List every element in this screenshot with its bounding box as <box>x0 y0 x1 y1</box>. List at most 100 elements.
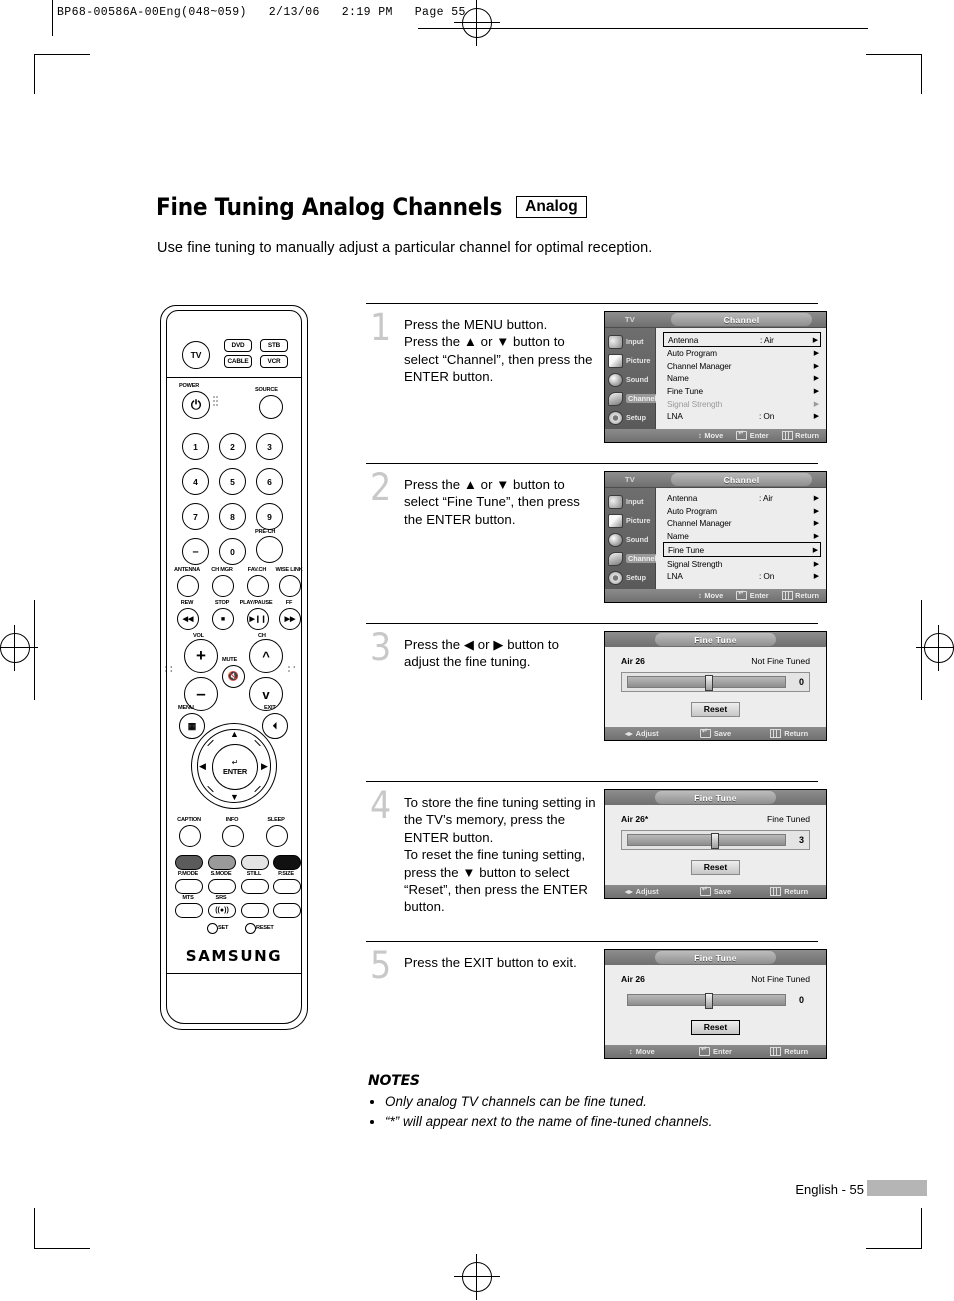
osd-2-sidebar-item-channel[interactable]: Channel <box>605 549 659 568</box>
remote-key-dash[interactable]: – <box>182 538 209 565</box>
ft-1-slider[interactable]: 0 <box>621 672 810 692</box>
osd-1-sidebar-item-setup[interactable]: Setup <box>605 408 655 427</box>
ft-1-reset-button[interactable]: Reset <box>690 702 741 717</box>
osd-2-sidebar-item-setup[interactable]: Setup <box>605 568 655 587</box>
osd-1-row-fine-tune[interactable]: Fine Tune ▶ <box>663 385 821 398</box>
osd-1-row-antenna[interactable]: Antenna : Air ▶ <box>663 332 821 347</box>
navpad-left-icon[interactable]: ◀ <box>199 762 206 771</box>
remote-rew-button[interactable]: ◀◀ <box>177 608 199 630</box>
remote-playpause-button[interactable]: ▶❙❙ <box>247 608 269 630</box>
remote-key-3[interactable]: 3 <box>256 433 283 460</box>
remote-key-2[interactable]: 2 <box>219 433 246 460</box>
remote-key-5[interactable]: 5 <box>219 468 246 495</box>
ft-2-slider-track[interactable] <box>627 833 786 849</box>
remote-sleep-button[interactable] <box>266 825 288 847</box>
ft-3-body: Air 26 Not Fine Tuned 0 Reset <box>605 965 826 1045</box>
remote-srs-button[interactable]: ((●)) <box>208 903 236 918</box>
remote-prech-button[interactable] <box>256 536 283 563</box>
osd-2-row-name-name: Name <box>667 531 689 542</box>
remote-reset-button[interactable] <box>245 923 256 934</box>
osd-2-row-lna[interactable]: LNA : On ▶ <box>663 570 821 583</box>
remote-antenna-button[interactable] <box>177 575 199 597</box>
osd-2-row-antenna[interactable]: Antenna : Air ▶ <box>663 492 821 505</box>
remote-smode-button[interactable] <box>208 879 236 894</box>
remote-ff-button[interactable]: ▶▶ <box>279 608 301 630</box>
remote-wiselink-button[interactable] <box>279 575 301 597</box>
ft-3-slider-thumb[interactable] <box>704 993 713 1009</box>
remote-color-button-blue[interactable] <box>273 855 301 870</box>
remote-extra-button-2[interactable] <box>273 903 301 918</box>
navpad-up-icon[interactable]: ▲ <box>230 730 239 739</box>
remote-cable-label: CABLE <box>227 358 249 365</box>
navpad-down-icon[interactable]: ▼ <box>230 793 239 802</box>
ft-2-reset-button[interactable]: Reset <box>690 860 741 875</box>
osd-1-sidebar-item-sound[interactable]: Sound <box>605 370 655 389</box>
osd-1-row-channel-manager[interactable]: Channel Manager ▶ <box>663 360 821 373</box>
remote-color-button-yellow[interactable] <box>241 855 269 870</box>
ft-1-slider-track[interactable] <box>627 675 786 691</box>
remote-tv-button[interactable]: TV <box>182 341 210 369</box>
remote-enter-button[interactable]: ↵ ENTER <box>212 744 258 790</box>
remote-key-6[interactable]: 6 <box>256 468 283 495</box>
crop-mark-right-top-v <box>921 54 922 94</box>
osd-2-row-lna-value: : On <box>759 571 775 582</box>
remote-still-button[interactable] <box>241 879 269 894</box>
osd-2-row-name[interactable]: Name ▶ <box>663 530 821 543</box>
remote-set-button[interactable] <box>207 923 218 934</box>
ft-2-slider[interactable]: 3 <box>621 830 810 850</box>
navpad-right-icon[interactable]: ▶ <box>261 762 268 771</box>
remote-pmode-button[interactable] <box>175 879 203 894</box>
osd-1-row-signal-strength[interactable]: Signal Strength ▶ <box>663 397 821 410</box>
ft-1-slider-thumb[interactable] <box>704 675 713 691</box>
ft-2-slider-thumb[interactable] <box>711 833 720 849</box>
remote-key-4[interactable]: 4 <box>182 468 209 495</box>
ft-3-slider-track[interactable] <box>627 993 786 1009</box>
ft-3-slider[interactable]: 0 <box>621 990 810 1010</box>
osd-2-row-signal-strength[interactable]: Signal Strength ▶ <box>663 557 821 570</box>
remote-info-button[interactable] <box>222 825 244 847</box>
chevron-right-icon: ▶ <box>812 546 818 554</box>
osd-1-tv-label: TV <box>624 315 636 324</box>
ft-2-footer-adjust: ◂▸ Adjust <box>625 886 659 896</box>
osd-2-sidebar-item-input[interactable]: Input <box>605 492 655 511</box>
remote-color-button-red[interactable] <box>175 855 203 870</box>
remote-color-button-green[interactable] <box>208 855 236 870</box>
remote-key-1[interactable]: 1 <box>182 433 209 460</box>
remote-stb-button[interactable]: STB <box>260 339 288 352</box>
ft-3-reset-button[interactable]: Reset <box>690 1020 741 1035</box>
remote-extra-button-1[interactable] <box>241 903 269 918</box>
remote-favch-button[interactable] <box>247 575 269 597</box>
remote-source-button[interactable] <box>259 395 283 419</box>
osd-1-sidebar-item-channel[interactable]: Channel <box>605 389 659 408</box>
remote-key-8[interactable]: 8 <box>219 503 246 530</box>
remote-stop-button[interactable]: ■ <box>212 608 234 630</box>
remote-dvd-button[interactable]: DVD <box>224 339 252 352</box>
osd-1-row-lna[interactable]: LNA : On ▶ <box>663 410 821 423</box>
remote-navigation-pad[interactable]: ▲ ▼ ◀ ▶ ↵ ENTER <box>191 723 277 809</box>
osd-2-row-fine-tune[interactable]: Fine Tune ▶ <box>663 542 821 558</box>
remote-vol-up-button[interactable]: + <box>184 639 218 673</box>
osd-2-row-channel-manager[interactable]: Channel Manager ▶ <box>663 517 821 530</box>
remote-mts-button[interactable] <box>175 903 203 918</box>
remote-cable-button[interactable]: CABLE <box>224 355 252 368</box>
step-3: 3 Press the ◀ or ▶ button to adjust the … <box>366 623 827 781</box>
remote-chmgr-button[interactable] <box>212 575 234 597</box>
remote-psize-button[interactable] <box>273 879 301 894</box>
remote-key-7[interactable]: 7 <box>182 503 209 530</box>
remote-power-button[interactable]: ⏻ <box>182 391 210 419</box>
osd-2-row-auto-program[interactable]: Auto Program ▶ <box>663 505 821 518</box>
remote-key-9[interactable]: 9 <box>256 503 283 530</box>
osd-2-sidebar-item-picture[interactable]: Picture <box>605 511 655 530</box>
remote-mute-button[interactable]: 🔇 <box>222 665 245 688</box>
osd-1-row-auto-program[interactable]: Auto Program ▶ <box>663 347 821 360</box>
remote-caption-button[interactable] <box>179 825 201 847</box>
osd-2-sidebar: Input Picture Sound Channel Setup <box>605 488 659 589</box>
osd-1-sidebar-item-input[interactable]: Input <box>605 332 655 351</box>
osd-1-sidebar-item-picture[interactable]: Picture <box>605 351 655 370</box>
remote-vcr-button[interactable]: VCR <box>260 355 288 368</box>
remote-key-0[interactable]: 0 <box>219 538 246 565</box>
updown-arrow-icon: ↕ <box>698 430 702 440</box>
remote-ch-up-button[interactable]: ^ <box>249 639 283 673</box>
osd-2-sidebar-item-sound[interactable]: Sound <box>605 530 655 549</box>
osd-1-row-name[interactable]: Name ▶ <box>663 372 821 385</box>
